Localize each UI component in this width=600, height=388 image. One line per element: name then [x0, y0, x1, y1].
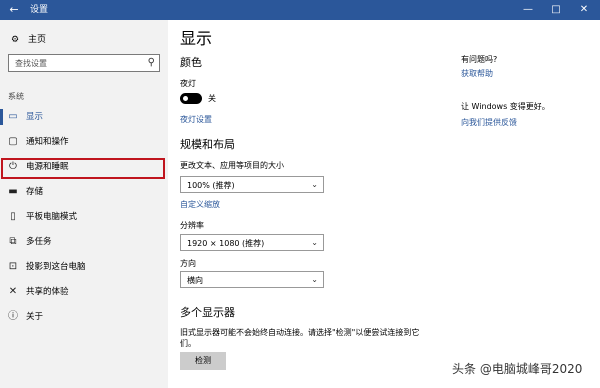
orientation-value: 横向	[187, 276, 203, 285]
sidebar-item-label: 关于	[26, 312, 44, 322]
toggle-knob	[183, 96, 188, 101]
project-icon: ⊡	[8, 261, 18, 272]
night-light-label: 夜灯	[180, 79, 196, 88]
night-light-settings-link[interactable]: 夜灯设置	[180, 114, 212, 125]
monitor-icon: ▭	[8, 111, 18, 122]
notification-icon: ▢	[8, 136, 18, 147]
sidebar-item-label: 平板电脑模式	[26, 212, 78, 222]
resolution-label: 分辨率	[180, 221, 204, 230]
sidebar-item-label: 存储	[26, 187, 44, 197]
improve-windows-text: 让 Windows 变得更好。	[461, 102, 550, 111]
watermark: 头条 @电脑城峰哥2020	[452, 362, 583, 376]
sidebar-item-label: 投影到这台电脑	[26, 262, 86, 272]
sidebar-item-shared-experiences[interactable]: ✕ 共享的体验	[0, 280, 168, 304]
detect-button[interactable]: 检测	[180, 352, 226, 370]
info-icon: ⓘ	[8, 311, 18, 322]
storage-icon: ▬	[8, 186, 18, 197]
multi-display-desc: 旧式显示器可能不会始终自动连接。请选择"检测"以便尝试连接到它	[180, 328, 420, 337]
home-label: 主页	[28, 35, 47, 45]
custom-scale-link[interactable]: 自定义缩放	[180, 199, 220, 210]
sidebar-item-label: 显示	[26, 112, 44, 122]
page-title: 显示	[180, 29, 213, 48]
sidebar-item-multitasking[interactable]: ⧉ 多任务	[0, 230, 168, 254]
search-icon[interactable]: ⚲	[148, 57, 155, 69]
sidebar: ⚙ 主页 查找设置 ⚲ 系统 ▭ 显示 ▢ 通知和操作 ⏻ 电源和睡眠 ▬ 存储 …	[0, 20, 168, 388]
chevron-down-icon: ⌄	[311, 275, 318, 284]
sidebar-item-label: 共享的体验	[26, 287, 69, 297]
orientation-label: 方向	[180, 259, 196, 268]
scale-value: 100% (推荐)	[187, 181, 235, 190]
maximize-button[interactable]: □	[542, 0, 570, 20]
sidebar-item-label: 通知和操作	[26, 137, 69, 147]
section-label: 系统	[8, 92, 24, 101]
orientation-dropdown[interactable]: 横向 ⌄	[180, 271, 324, 288]
sidebar-item-projecting[interactable]: ⊡ 投影到这台电脑	[0, 255, 168, 279]
multi-display-desc-cont: 们。	[180, 339, 196, 348]
tablet-icon: ▯	[10, 211, 16, 222]
sidebar-item-label: 多任务	[26, 237, 52, 247]
sidebar-item-notifications[interactable]: ▢ 通知和操作	[0, 130, 168, 154]
title-bar: ← 设置 — □ ✕	[0, 0, 600, 20]
multitask-icon: ⧉	[9, 236, 17, 247]
resolution-value: 1920 × 1080 (推荐)	[187, 239, 265, 248]
sidebar-item-tablet-mode[interactable]: ▯ 平板电脑模式	[0, 205, 168, 229]
close-button[interactable]: ✕	[570, 0, 598, 20]
color-heading: 颜色	[180, 56, 202, 69]
minimize-button[interactable]: —	[514, 0, 542, 20]
main-content: 显示 颜色 夜灯 关 夜灯设置 规模和布局 更改文本、应用等项目的大小 100%…	[168, 20, 600, 388]
search-input[interactable]: 查找设置 ⚲	[8, 54, 160, 72]
multi-display-heading: 多个显示器	[180, 306, 235, 319]
get-help-link[interactable]: 获取帮助	[461, 68, 493, 79]
sidebar-item-display[interactable]: ▭ 显示	[0, 105, 168, 129]
back-arrow-icon[interactable]: ←	[6, 2, 22, 18]
help-question: 有问题吗?	[461, 55, 498, 64]
night-light-toggle[interactable]	[180, 93, 202, 104]
night-light-state: 关	[208, 94, 216, 103]
gear-icon: ⚙	[10, 35, 20, 45]
scale-layout-heading: 规模和布局	[180, 138, 235, 151]
share-icon: ✕	[8, 286, 18, 297]
sidebar-item-about[interactable]: ⓘ 关于	[0, 305, 168, 329]
scale-label: 更改文本、应用等项目的大小	[180, 161, 284, 170]
chevron-down-icon: ⌄	[311, 238, 318, 247]
resolution-dropdown[interactable]: 1920 × 1080 (推荐) ⌄	[180, 234, 324, 251]
scale-dropdown[interactable]: 100% (推荐) ⌄	[180, 176, 324, 193]
search-placeholder: 查找设置	[15, 59, 47, 68]
window-title: 设置	[30, 5, 49, 15]
sidebar-item-storage[interactable]: ▬ 存储	[0, 180, 168, 204]
chevron-down-icon: ⌄	[311, 180, 318, 189]
feedback-link[interactable]: 向我们提供反馈	[461, 117, 517, 128]
highlight-box	[1, 158, 165, 179]
home-link[interactable]: ⚙ 主页	[8, 32, 46, 48]
